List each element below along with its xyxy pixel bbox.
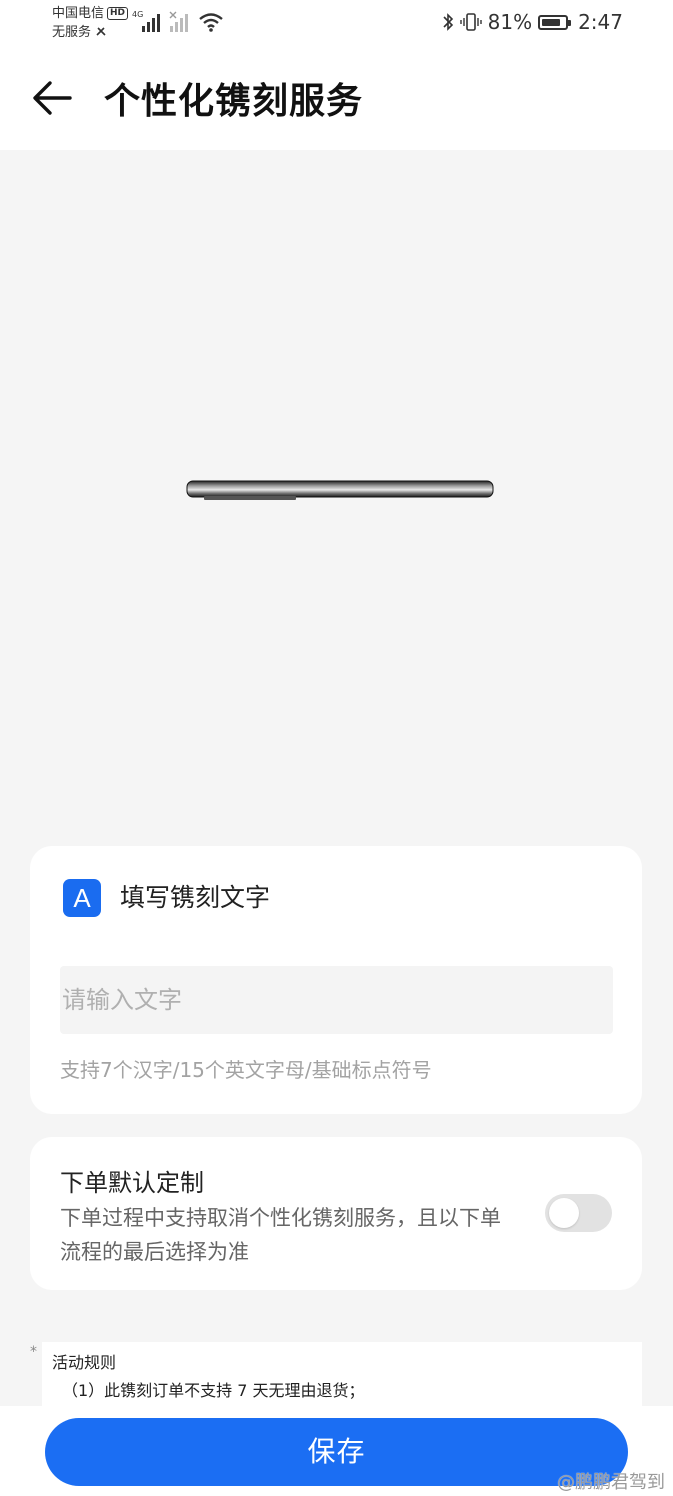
bluetooth-icon (443, 13, 453, 31)
status-right: 81% 2:47 (442, 10, 623, 34)
product-preview (0, 150, 673, 830)
default-customize-title: 下单默认定制 (60, 1169, 204, 1197)
activity-rules: 活动规则 （1）此镌刻订单不支持 7 天无理由退货； (42, 1342, 642, 1406)
rules-marker: * (30, 1344, 37, 1360)
arrow-left-icon (33, 81, 72, 115)
signal-indicators: 4G (132, 10, 223, 38)
engrave-text-input[interactable] (60, 966, 613, 1034)
rules-line-1: （1）此镌刻订单不支持 7 天无理由退货； (62, 1381, 365, 1400)
network-type-label: 4G (132, 10, 144, 19)
input-hint: 支持7个汉字/15个英文字母/基础标点符号 (60, 1058, 432, 1082)
engrave-text-card: A 填写镌刻文字 支持7个汉字/15个英文字母/基础标点符号 (30, 846, 642, 1114)
rules-title: 活动规则 (52, 1353, 117, 1372)
engrave-card-title: 填写镌刻文字 (120, 883, 271, 912)
clock: 2:47 (578, 10, 623, 34)
carrier-name: 中国电信 (52, 6, 105, 21)
toggle-knob (549, 1198, 579, 1228)
hd-badge: HD (107, 7, 129, 20)
save-button[interactable]: 保存 (45, 1418, 628, 1486)
battery-percent: 81% (487, 10, 533, 34)
page-title: 个性化镌刻服务 (104, 81, 364, 122)
no-signal-call-icon (96, 27, 106, 36)
app-header: 个性化镌刻服务 (0, 50, 673, 150)
phone-side-view-image (186, 480, 494, 500)
battery-icon (538, 14, 572, 30)
default-customize-description: 下单过程中支持取消个性化镌刻服务，且以下单流程的最后选择为准 (60, 1206, 501, 1264)
text-a-icon: A (63, 879, 101, 917)
carrier-info: 中国电信 HD 无服务 (52, 4, 129, 42)
no-service-label: 无服务 (52, 25, 92, 40)
status-bar: 中国电信 HD 无服务 4G 81% 2:47 (0, 0, 673, 50)
default-customize-toggle[interactable] (545, 1194, 612, 1232)
watermark: @鹏鹏君驾到 (557, 1472, 665, 1493)
vibrate-icon (459, 13, 482, 31)
back-button[interactable] (28, 78, 74, 118)
default-customize-card: 下单默认定制 下单过程中支持取消个性化镌刻服务，且以下单流程的最后选择为准 (30, 1137, 642, 1290)
wifi-icon (199, 13, 223, 32)
